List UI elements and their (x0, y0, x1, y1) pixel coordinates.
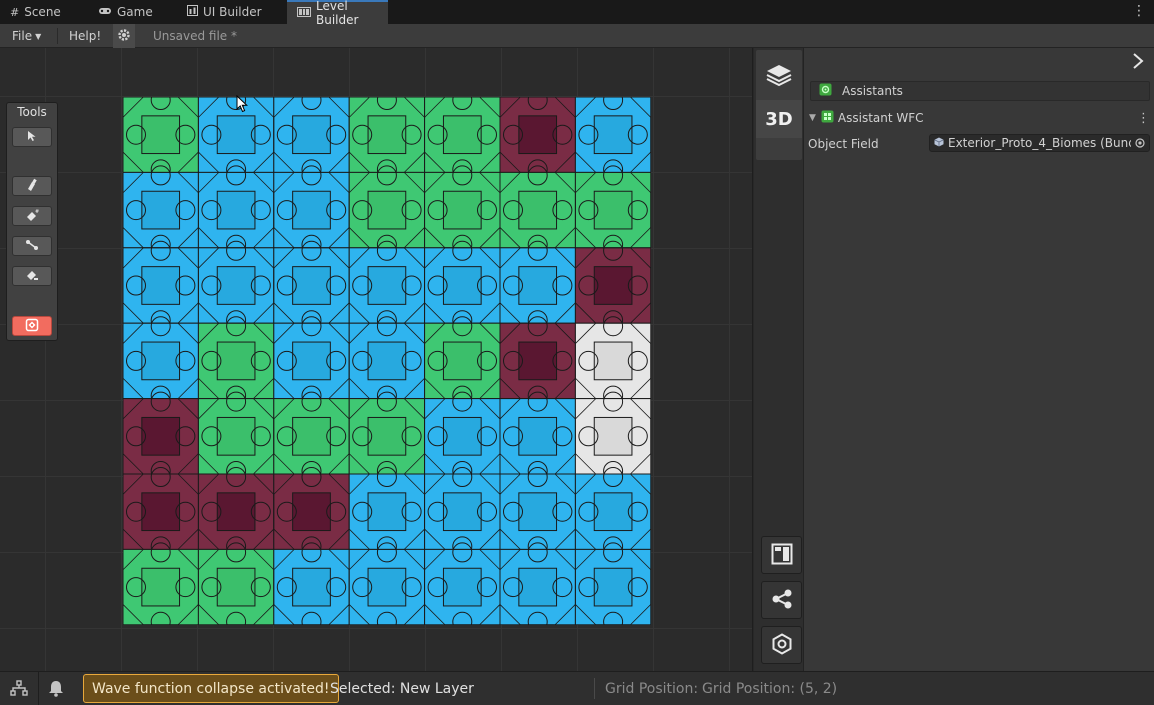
settings-hex-icon (771, 632, 793, 658)
bucket-eraser-icon (25, 268, 39, 285)
assistant-icon (819, 83, 832, 99)
gamepad-icon (98, 6, 112, 19)
share-nodes-icon (771, 588, 793, 613)
tile-cell[interactable] (197, 542, 275, 625)
tile-cell[interactable] (348, 97, 426, 180)
tools-panel: Tools # (6, 102, 58, 341)
tile-cell[interactable] (123, 97, 199, 180)
tab-game[interactable]: Game (98, 0, 153, 24)
wfc-assistant-icon (821, 110, 834, 126)
grid-position-value: Grid Position: (5, 2) (702, 680, 838, 697)
file-name: Unsaved file * (153, 29, 237, 43)
layers-button[interactable] (756, 56, 802, 96)
chevron-right-icon[interactable] (1132, 52, 1144, 75)
panel-layout-icon (771, 543, 793, 568)
prefab-cube-icon (934, 136, 944, 150)
level-viewport[interactable]: Tools # (0, 48, 753, 671)
grid-position-label: Grid Position: (605, 680, 699, 697)
tile-cell[interactable] (123, 542, 199, 625)
tab-label: Scene (24, 5, 61, 19)
divider (38, 672, 39, 705)
wfc-icon (25, 318, 39, 335)
tab-label: UI Builder (203, 5, 262, 19)
tab-bar: # Scene Game UI Builder Level Builder ⋮ (0, 0, 1154, 27)
object-field-value: Exterior_Proto_4_Biomes (Bundle (948, 136, 1147, 150)
object-picker-icon[interactable] (1131, 135, 1149, 151)
tile-cell[interactable] (499, 97, 576, 180)
divider (57, 28, 58, 44)
object-field-label: Object Field (808, 137, 879, 151)
wfc-label: Assistant WFC (837, 111, 924, 125)
brush-icon (25, 178, 39, 195)
tools-title: Tools (17, 105, 47, 119)
share-graph-button[interactable] (761, 581, 802, 619)
inspector-panel: Assistants ▼ Assistant WFC ⋮ Object Fiel… (803, 48, 1154, 671)
tile-cell[interactable] (424, 542, 501, 625)
file-menu[interactable]: File ▼ (12, 24, 41, 48)
status-bar: Wave function collapse activated! Select… (0, 671, 1154, 705)
tab-scene[interactable]: # Scene (10, 0, 61, 24)
tab-label: Level Builder (316, 0, 359, 27)
tab-level-builder[interactable]: Level Builder (287, 0, 388, 27)
hierarchy-icon[interactable] (10, 680, 28, 700)
tile-cell[interactable] (574, 97, 651, 180)
tile-cell[interactable] (424, 97, 501, 180)
wfc-tool-button[interactable] (12, 316, 52, 336)
status-message-badge: Wave function collapse activated! (83, 674, 339, 703)
tile-cell[interactable] (574, 542, 651, 625)
mouse-cursor-icon (236, 94, 249, 116)
line-icon (25, 238, 39, 255)
ui-builder-icon (187, 5, 198, 19)
panel-layout-button[interactable] (761, 536, 802, 574)
tile-cell[interactable] (273, 97, 350, 180)
3d-mode-button[interactable]: 3D (756, 100, 802, 138)
assistants-label: Assistants (842, 84, 903, 98)
object-field-input[interactable]: Exterior_Proto_4_Biomes (Bundle (929, 134, 1150, 152)
tile-grid[interactable] (123, 97, 651, 625)
cursor-icon (27, 130, 37, 145)
kebab-menu-icon[interactable]: ⋮ (1137, 111, 1150, 126)
hash-icon: # (10, 5, 20, 19)
paint-tool-button[interactable] (12, 176, 52, 196)
level-builder-icon (297, 6, 311, 20)
erase-tool-button[interactable]: # (12, 206, 52, 226)
tile-cell[interactable] (499, 542, 576, 625)
tab-label: Game (117, 5, 153, 19)
settings-button[interactable] (113, 24, 135, 48)
assistant-wfc-foldout[interactable]: ▼ Assistant WFC ⋮ (804, 107, 1154, 129)
menu-bar: File ▼ Help! Unsaved file * (0, 24, 1154, 48)
fill-erase-tool-button[interactable] (12, 266, 52, 286)
more-options-icon[interactable]: ⋮ (1132, 3, 1146, 19)
file-menu-label: File (12, 29, 33, 43)
layers-icon (765, 63, 793, 90)
triangle-down-icon[interactable]: ▼ (809, 113, 816, 123)
selected-layer-text: Selected: New Layer (330, 680, 474, 697)
help-menu-label: Help! (69, 29, 102, 43)
select-tool-button[interactable] (12, 127, 52, 147)
assistants-header[interactable]: Assistants (810, 81, 1150, 101)
settings-strip-button[interactable] (761, 626, 802, 664)
help-menu[interactable]: Help! (69, 24, 101, 48)
eraser-icon: # (25, 208, 39, 225)
object-field-row: Object Field Exterior_Proto_4_Biomes (Bu… (804, 134, 1154, 154)
divider (594, 678, 595, 699)
svg-text:#: # (35, 209, 39, 215)
tab-ui-builder[interactable]: UI Builder (187, 0, 262, 24)
tile-cell[interactable] (273, 542, 350, 625)
tile-cell[interactable] (348, 542, 426, 625)
line-tool-button[interactable] (12, 236, 52, 256)
view-mode-group: 3D (756, 50, 802, 160)
side-toolbar: 3D (754, 48, 803, 671)
caret-down-icon: ▼ (35, 31, 42, 41)
bell-icon[interactable] (48, 680, 64, 700)
gear-icon (117, 28, 131, 45)
